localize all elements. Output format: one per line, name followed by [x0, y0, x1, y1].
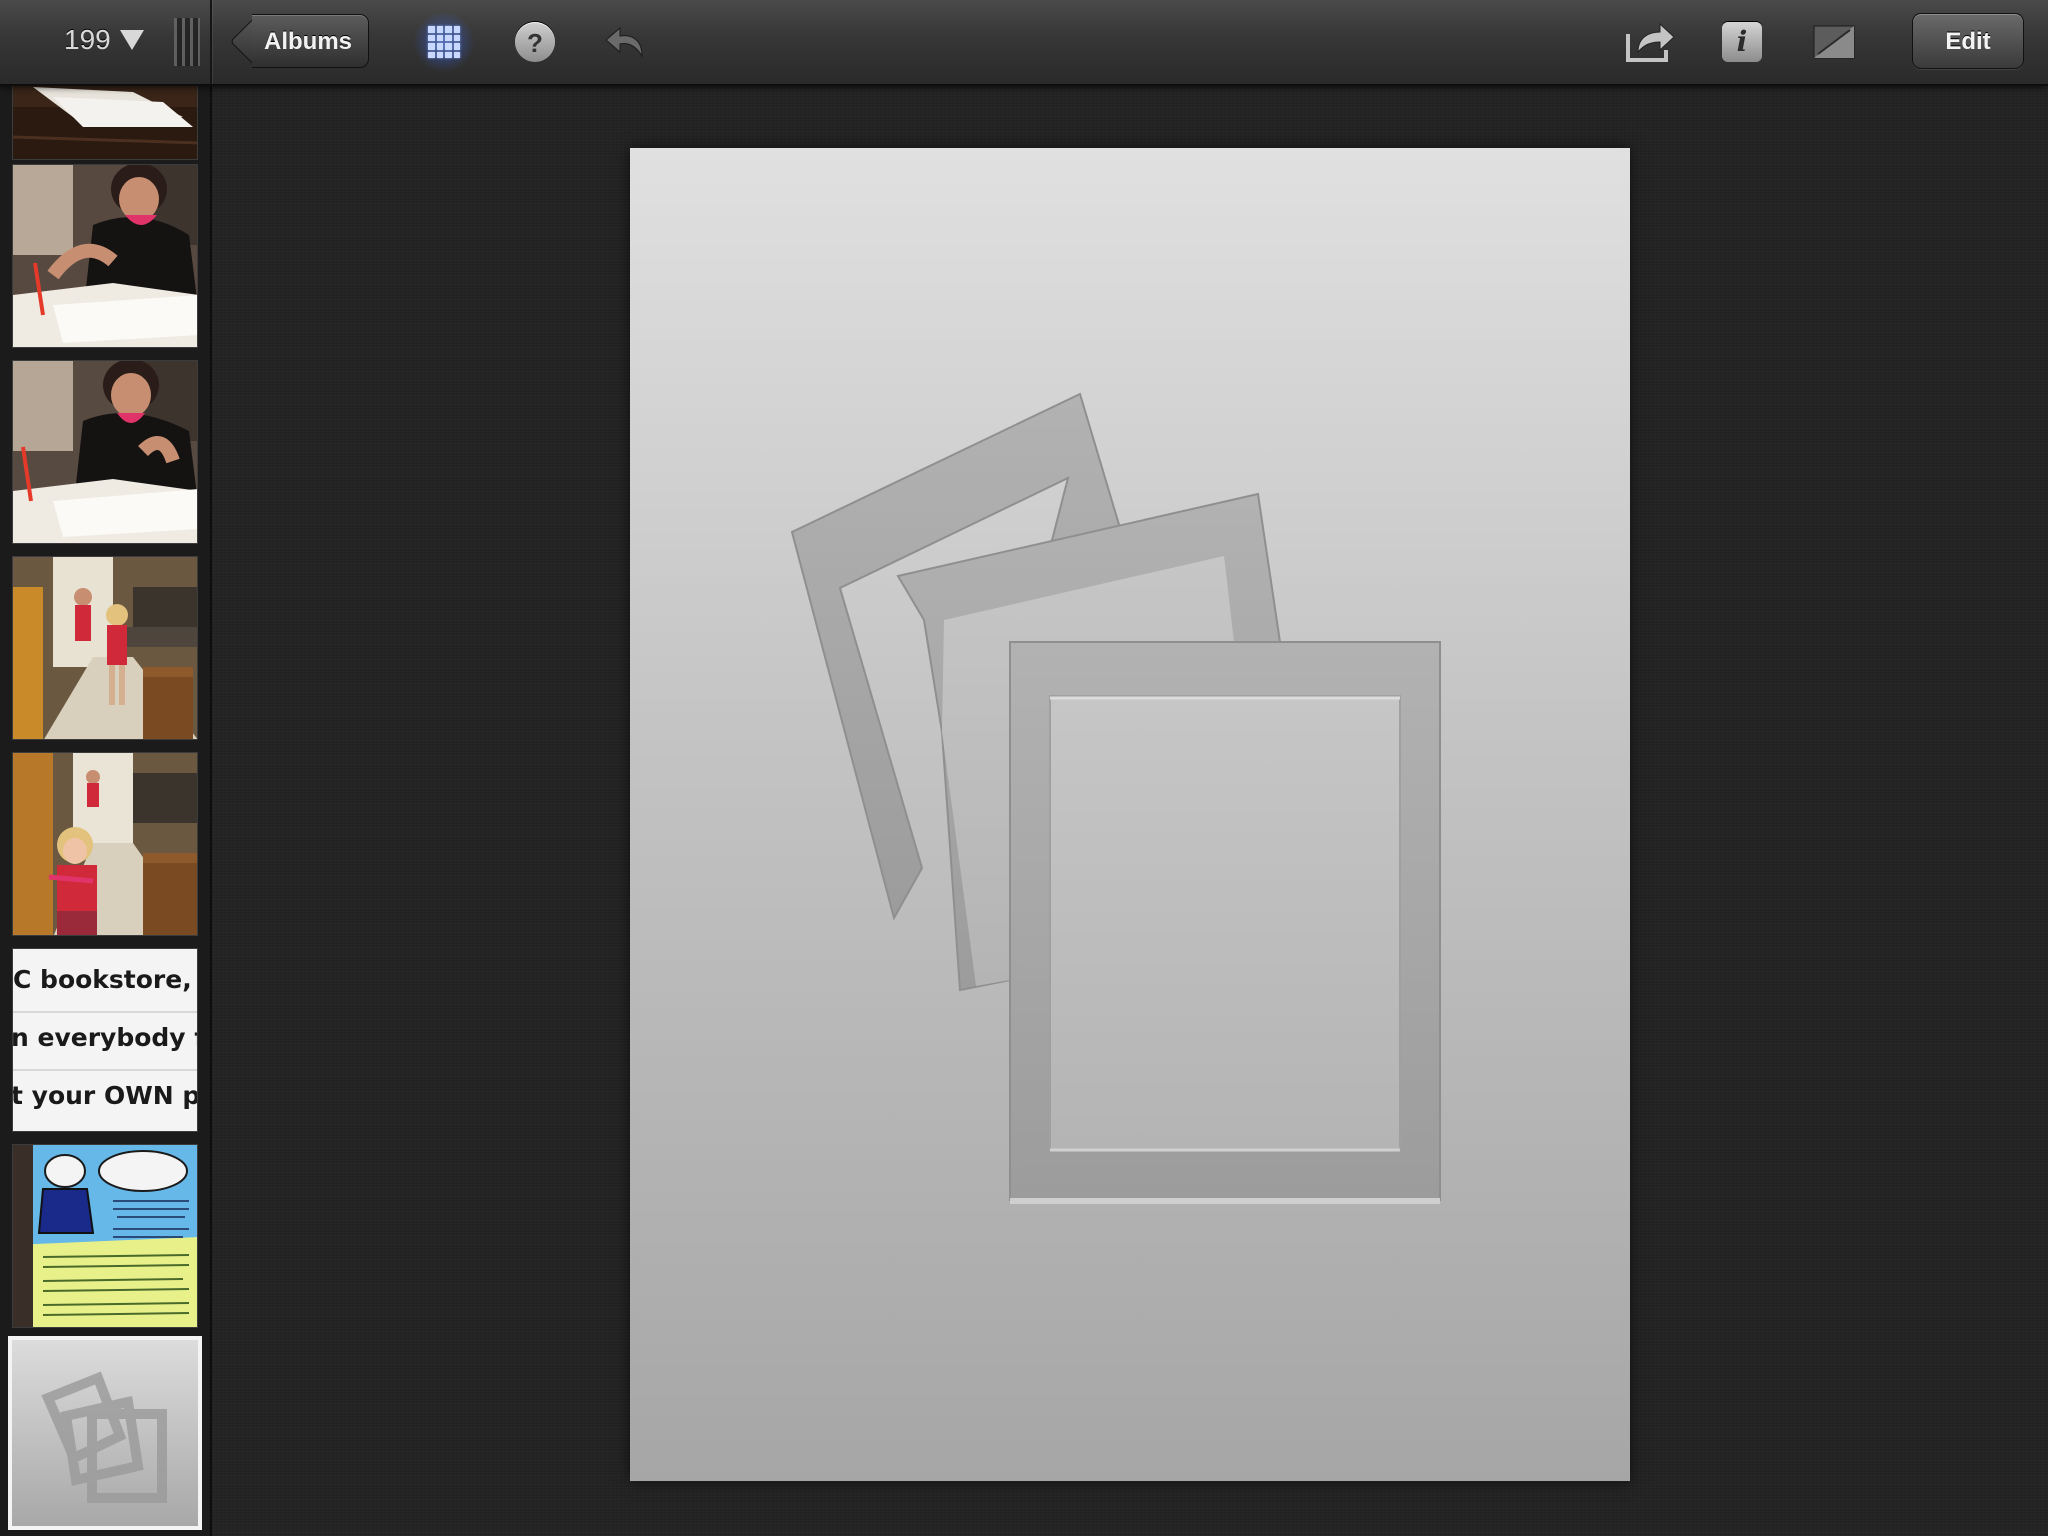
thumbnail-image [13, 361, 197, 543]
count-dropdown-icon [120, 30, 144, 50]
thumbnail-image [13, 86, 197, 159]
photo-placeholder-icon [790, 392, 1441, 1204]
photo-count-selector[interactable]: 199 [0, 0, 212, 84]
filmstrip-thumbnail[interactable] [12, 86, 198, 160]
thumbnail-image [13, 557, 197, 739]
albums-button-label: Albums [264, 28, 353, 55]
photo-placeholder-icon [41, 1371, 167, 1503]
text-divider [13, 1069, 197, 1071]
filmstrip-thumbnail[interactable] [12, 556, 198, 740]
info-glyph: i [1736, 25, 1748, 58]
edit-button-label: Edit [1945, 28, 1991, 55]
undo-arrow-icon [605, 26, 643, 58]
filmstrip-thumbnail[interactable] [12, 752, 198, 936]
share-arrow-icon [1626, 22, 1675, 62]
filmstrip-thumbnail[interactable] [12, 1144, 198, 1328]
edit-button[interactable]: Edit [1912, 13, 2024, 69]
main-photo-placeholder[interactable] [630, 148, 1630, 1481]
filmstrip-thumbnail-text[interactable]: C bookstore, ca n everybody fin t your O… [12, 948, 198, 1132]
grip-icon[interactable] [174, 18, 200, 66]
info-icon[interactable]: i [1712, 12, 1772, 72]
filmstrip-sidebar[interactable]: C bookstore, ca n everybody fin t your O… [0, 86, 212, 1536]
thumbnail-image [13, 1145, 197, 1327]
thumbnail-image [13, 753, 197, 935]
filmstrip-thumbnail[interactable] [12, 164, 198, 348]
filmstrip-thumbnail[interactable] [12, 360, 198, 544]
text-divider [13, 1011, 197, 1013]
undo-icon[interactable] [596, 12, 656, 72]
text-line: C bookstore, ca [13, 965, 197, 994]
albums-back-button[interactable]: Albums [229, 13, 370, 70]
thumbnail-image [13, 165, 197, 347]
photo-app: 199 Albums ? i Edit C bookstore, n every… [0, 0, 2048, 1536]
help-glyph: ? [527, 28, 543, 58]
photo-count: 199 [64, 24, 111, 55]
text-line: n everybody fin [12, 1023, 197, 1052]
grid-cells [428, 26, 460, 58]
top-toolbar: 199 Albums ? i Edit [0, 0, 2048, 86]
help-icon[interactable]: ? [505, 12, 565, 72]
filmstrip-thumbnail-selected[interactable] [8, 1336, 202, 1530]
adjust-glyph-icon [1813, 25, 1855, 59]
grid-view-icon[interactable] [414, 12, 474, 72]
adjust-icon[interactable] [1804, 12, 1864, 72]
share-icon[interactable] [1620, 12, 1680, 72]
text-line: t your OWN pre [12, 1081, 197, 1110]
